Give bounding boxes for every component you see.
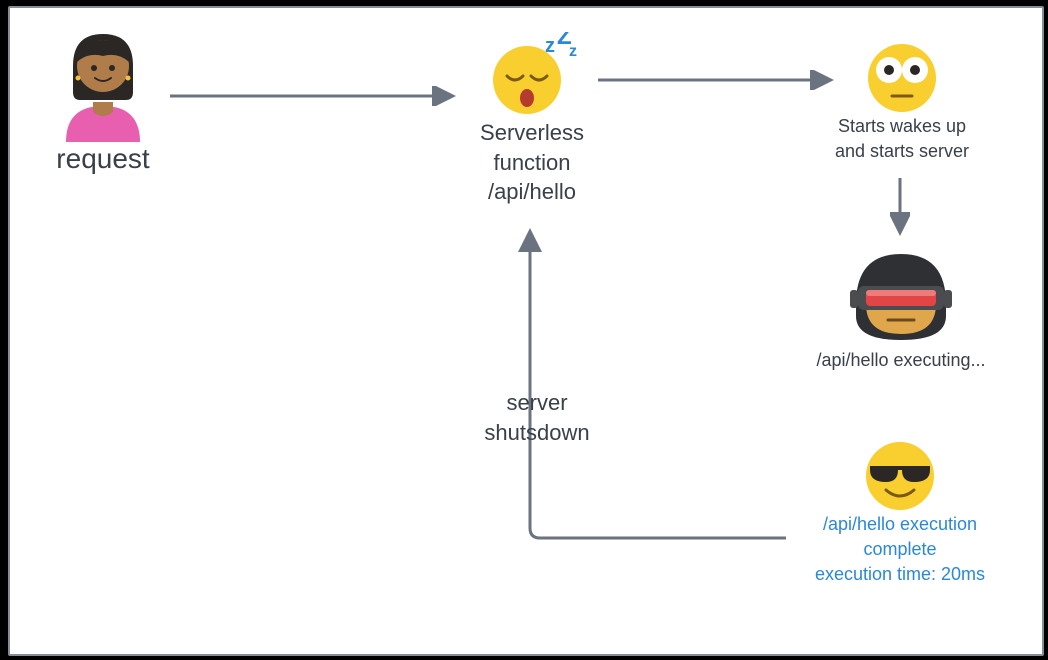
shutdown-label-2: shutsdown <box>452 418 622 448</box>
shutdown-label-1: server <box>452 388 622 418</box>
serverless-label-3: /api/hello <box>447 177 617 207</box>
complete-label-3: execution time: 20ms <box>782 562 1018 587</box>
complete-label-1: /api/hello execution <box>782 512 1018 537</box>
arrow-complete-to-serverless <box>516 222 796 552</box>
svg-text:z: z <box>545 35 555 57</box>
cool-sunglasses-icon <box>860 436 940 512</box>
arrow-wake-to-executing <box>890 178 910 240</box>
serverless-label-1: Serverless <box>447 118 617 148</box>
sleepy-face-icon: z Z z <box>487 32 577 118</box>
serverless-label-2: function <box>447 148 617 178</box>
wake-label-1: Starts wakes up <box>802 114 1002 139</box>
svg-text:z: z <box>569 43 577 60</box>
serverless-node: z Z z Serverless function /api/hello <box>447 32 617 207</box>
arrow-user-to-serverless <box>170 86 460 106</box>
shutdown-node: server shutsdown <box>452 388 622 447</box>
wake-label-2: and starts server <box>802 139 1002 164</box>
robot-visor-icon <box>846 244 956 348</box>
diagram-canvas: request z Z z Serverless function /api/h… <box>8 6 1044 656</box>
user-node: request <box>28 22 178 176</box>
wide-eyes-face-icon <box>862 38 942 114</box>
wake-node: Starts wakes up and starts server <box>802 38 1002 164</box>
executing-label: /api/hello executing... <box>788 348 1014 373</box>
complete-node: /api/hello execution complete execution … <box>782 436 1018 588</box>
user-label: request <box>28 142 178 176</box>
executing-node: /api/hello executing... <box>788 244 1014 373</box>
complete-label-2: complete <box>782 537 1018 562</box>
person-icon <box>48 22 158 142</box>
